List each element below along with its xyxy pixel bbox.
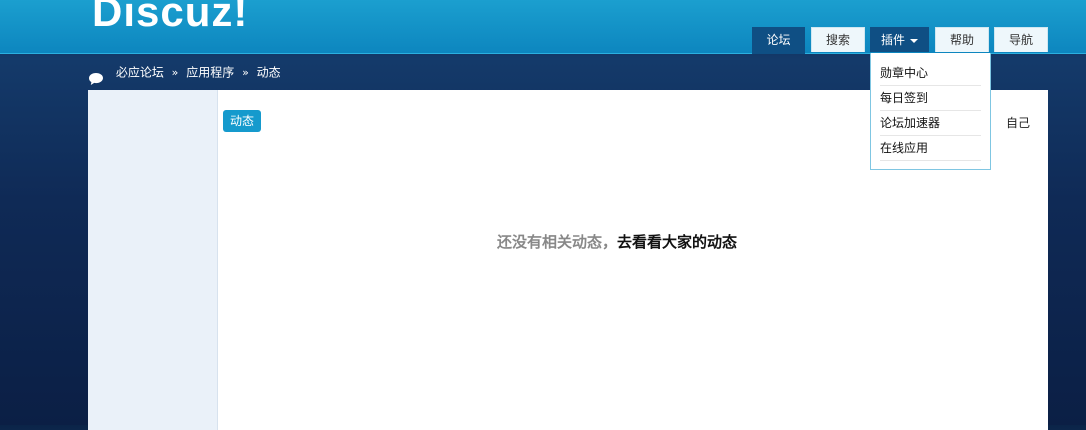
nav-navigation[interactable]: 导航 (994, 27, 1048, 52)
menu-item-medal-center[interactable]: 勋章中心 (880, 61, 981, 86)
empty-state-text: 还没有相关动态， (497, 233, 618, 251)
nav-plugins[interactable]: 插件 (870, 27, 929, 52)
tab-feed[interactable]: 动态 (223, 110, 261, 132)
sidebar (88, 90, 218, 430)
breadcrumb-home[interactable]: 必应论坛 (116, 66, 164, 80)
breadcrumb-current: 动态 (256, 65, 281, 80)
tab-self[interactable]: 自己 (1006, 114, 1030, 131)
view-all-feed-link[interactable]: 去看看大家的动态 (617, 233, 737, 251)
header-bar: Discuz! 论坛 搜索 插件 帮助 导航 (0, 0, 1086, 54)
speech-bubble-icon (88, 66, 104, 85)
plugin-dropdown-menu: 勋章中心 每日签到 论坛加速器 在线应用 (870, 53, 991, 170)
caret-down-icon (910, 38, 918, 43)
empty-state-message: 还没有相关动态，去看看大家的动态 (497, 231, 737, 252)
nav-search[interactable]: 搜索 (811, 27, 865, 52)
menu-item-forum-accelerator[interactable]: 论坛加速器 (880, 111, 981, 136)
breadcrumb-separator: » (171, 65, 179, 79)
nav-help[interactable]: 帮助 (935, 27, 989, 52)
nav-forum[interactable]: 论坛 (752, 27, 805, 54)
breadcrumb-separator: » (242, 65, 249, 79)
breadcrumb-apps[interactable]: 应用程序 (186, 66, 234, 80)
site-logo[interactable]: Discuz! (92, 0, 248, 36)
menu-item-daily-checkin[interactable]: 每日签到 (880, 86, 981, 111)
breadcrumb: 必应论坛 » 应用程序 » 动态 (88, 56, 281, 88)
nav-plugins-label: 插件 (880, 33, 905, 47)
menu-item-online-apps[interactable]: 在线应用 (880, 136, 981, 161)
